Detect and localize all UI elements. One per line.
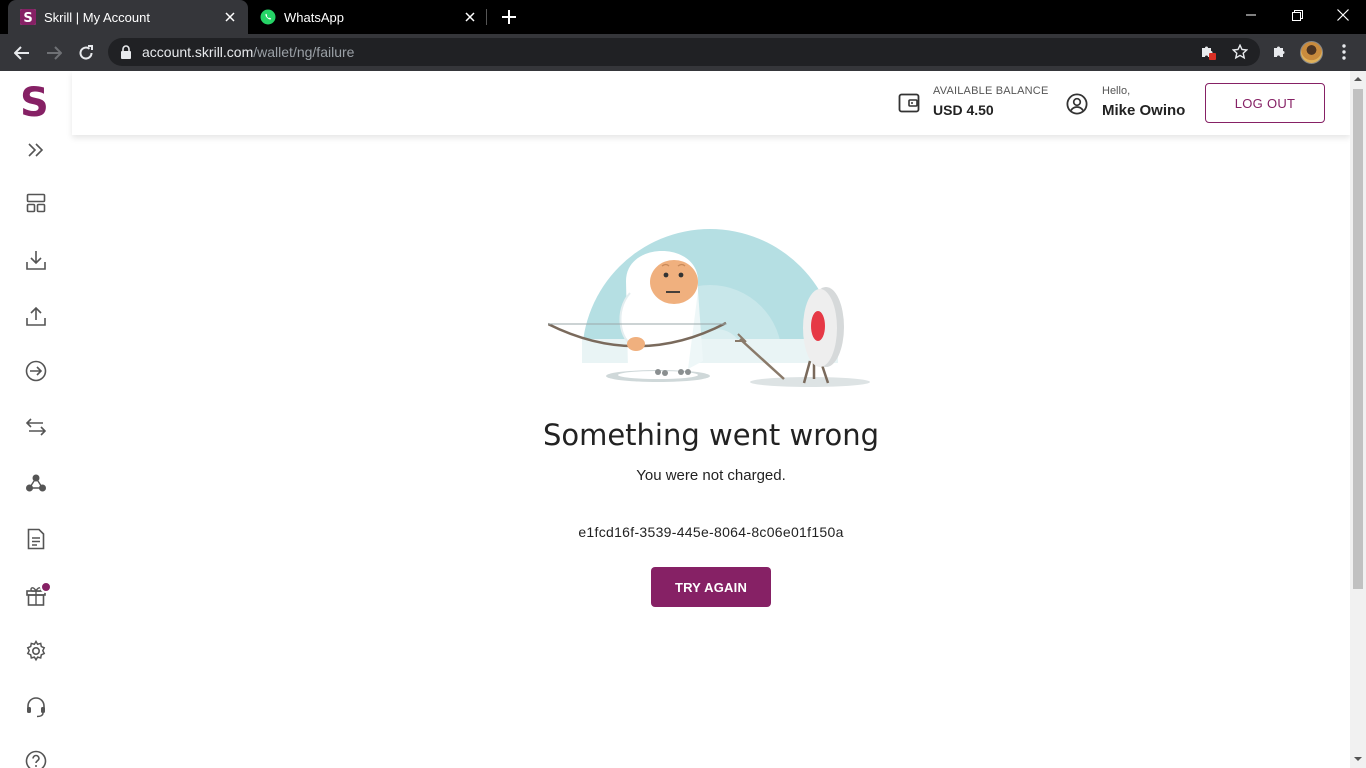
error-subtext: You were not charged.: [636, 467, 786, 484]
balance-label: AVAILABLE BALANCE: [933, 85, 1049, 97]
puzzle-icon: [1274, 46, 1285, 57]
restore-icon: [1291, 9, 1303, 21]
close-window-button[interactable]: [1320, 0, 1366, 30]
puzzle-blocked-icon: [1202, 46, 1216, 60]
extensions-button[interactable]: [1266, 38, 1294, 66]
extension-blocked-button[interactable]: [1194, 38, 1222, 66]
history-icon: [27, 528, 45, 550]
tab-title: Skrill | My Account: [44, 9, 150, 25]
greeting-label: Hello,: [1102, 85, 1131, 97]
browser-toolbar: account.skrill.com/wallet/ng/failure: [0, 34, 1366, 71]
forward-button[interactable]: [40, 39, 68, 67]
close-tab-icon[interactable]: [458, 5, 482, 29]
sidebar-item-send[interactable]: [22, 357, 50, 385]
scroll-down-icon[interactable]: [1354, 755, 1362, 763]
sidebar-item-crypto[interactable]: [22, 469, 50, 497]
url-path: /wallet/ng/failure: [253, 44, 355, 60]
arrow-left-icon: [14, 46, 29, 60]
browser-menu-button[interactable]: [1330, 38, 1358, 66]
bookmark-button[interactable]: [1226, 38, 1254, 66]
support-icon: [27, 697, 45, 718]
tab-title: WhatsApp: [284, 9, 344, 25]
reload-button[interactable]: [72, 39, 100, 67]
page-scrollbar[interactable]: [1350, 71, 1366, 768]
browser-tab-strip: S Skrill | My Account WhatsApp: [0, 0, 1366, 34]
sidebar-item-deposit[interactable]: [22, 246, 50, 274]
scroll-up-icon[interactable]: [1354, 75, 1362, 83]
plus-icon: [502, 10, 516, 24]
minimize-icon: [1246, 14, 1256, 16]
yeti-archer-illustration: [548, 229, 870, 387]
profile-avatar[interactable]: [1300, 41, 1323, 64]
tab-skrill[interactable]: S Skrill | My Account: [8, 0, 248, 34]
close-icon: [1337, 9, 1349, 21]
sidebar-item-history[interactable]: [22, 525, 50, 553]
help-icon: [25, 750, 47, 768]
skrill-favicon-icon: S: [20, 9, 36, 25]
dashboard-icon: [26, 193, 46, 213]
lock-icon: [121, 45, 131, 59]
sidebar-item-help[interactable]: [22, 747, 50, 768]
address-bar[interactable]: account.skrill.com/wallet/ng/failure: [108, 38, 1260, 66]
balance-value: USD 4.50: [933, 102, 994, 118]
sidebar-item-expand[interactable]: [22, 136, 50, 164]
expand-icon: [28, 143, 44, 157]
close-tab-icon[interactable]: [218, 5, 242, 29]
user-icon: [1066, 93, 1088, 115]
deposit-icon: [26, 251, 46, 270]
sidebar-item-settings[interactable]: [22, 637, 50, 665]
top-header: AVAILABLE BALANCE USD 4.50 Hello, Mike O…: [72, 71, 1350, 135]
crypto-icon: [26, 474, 46, 492]
skrill-logo[interactable]: S: [20, 83, 52, 123]
withdraw-icon: [26, 306, 46, 326]
transfer-icon: [25, 418, 47, 436]
notification-badge: [40, 581, 52, 593]
sidebar: S: [0, 71, 72, 768]
back-button[interactable]: [8, 39, 36, 67]
wallet-icon: [898, 93, 920, 113]
star-icon: [1232, 44, 1248, 60]
tab-divider: [486, 9, 487, 25]
try-again-button[interactable]: TRY AGAIN: [651, 567, 771, 607]
tab-whatsapp[interactable]: WhatsApp: [248, 0, 488, 34]
restore-button[interactable]: [1274, 0, 1320, 30]
scrollbar-thumb[interactable]: [1353, 89, 1363, 589]
send-icon: [25, 360, 47, 382]
whatsapp-favicon-icon: [260, 9, 276, 25]
sidebar-item-transfer[interactable]: [22, 413, 50, 441]
reload-icon: [79, 45, 93, 60]
settings-icon: [26, 640, 46, 662]
error-heading: Something went wrong: [542, 418, 880, 452]
user-name: Mike Owino: [1102, 102, 1186, 119]
error-reference-id: e1fcd16f-3539-445e-8064-8c06e01f150a: [578, 524, 844, 540]
svg-text:S: S: [23, 11, 32, 25]
arrow-right-icon: [47, 46, 62, 60]
logout-button[interactable]: LOG OUT: [1205, 83, 1325, 123]
minimize-button[interactable]: [1228, 0, 1274, 30]
url-host: account.skrill.com: [142, 44, 254, 60]
main-content: Something went wrong You were not charge…: [72, 135, 1350, 768]
page: S AVAILABLE BALANCE USD 4.50 Hello, Mike…: [0, 71, 1366, 768]
sidebar-item-support[interactable]: [22, 693, 50, 721]
sidebar-item-withdraw[interactable]: [22, 302, 50, 330]
more-vertical-icon: [1342, 44, 1346, 60]
sidebar-item-dashboard[interactable]: [22, 189, 50, 217]
new-tab-button[interactable]: [497, 5, 521, 29]
